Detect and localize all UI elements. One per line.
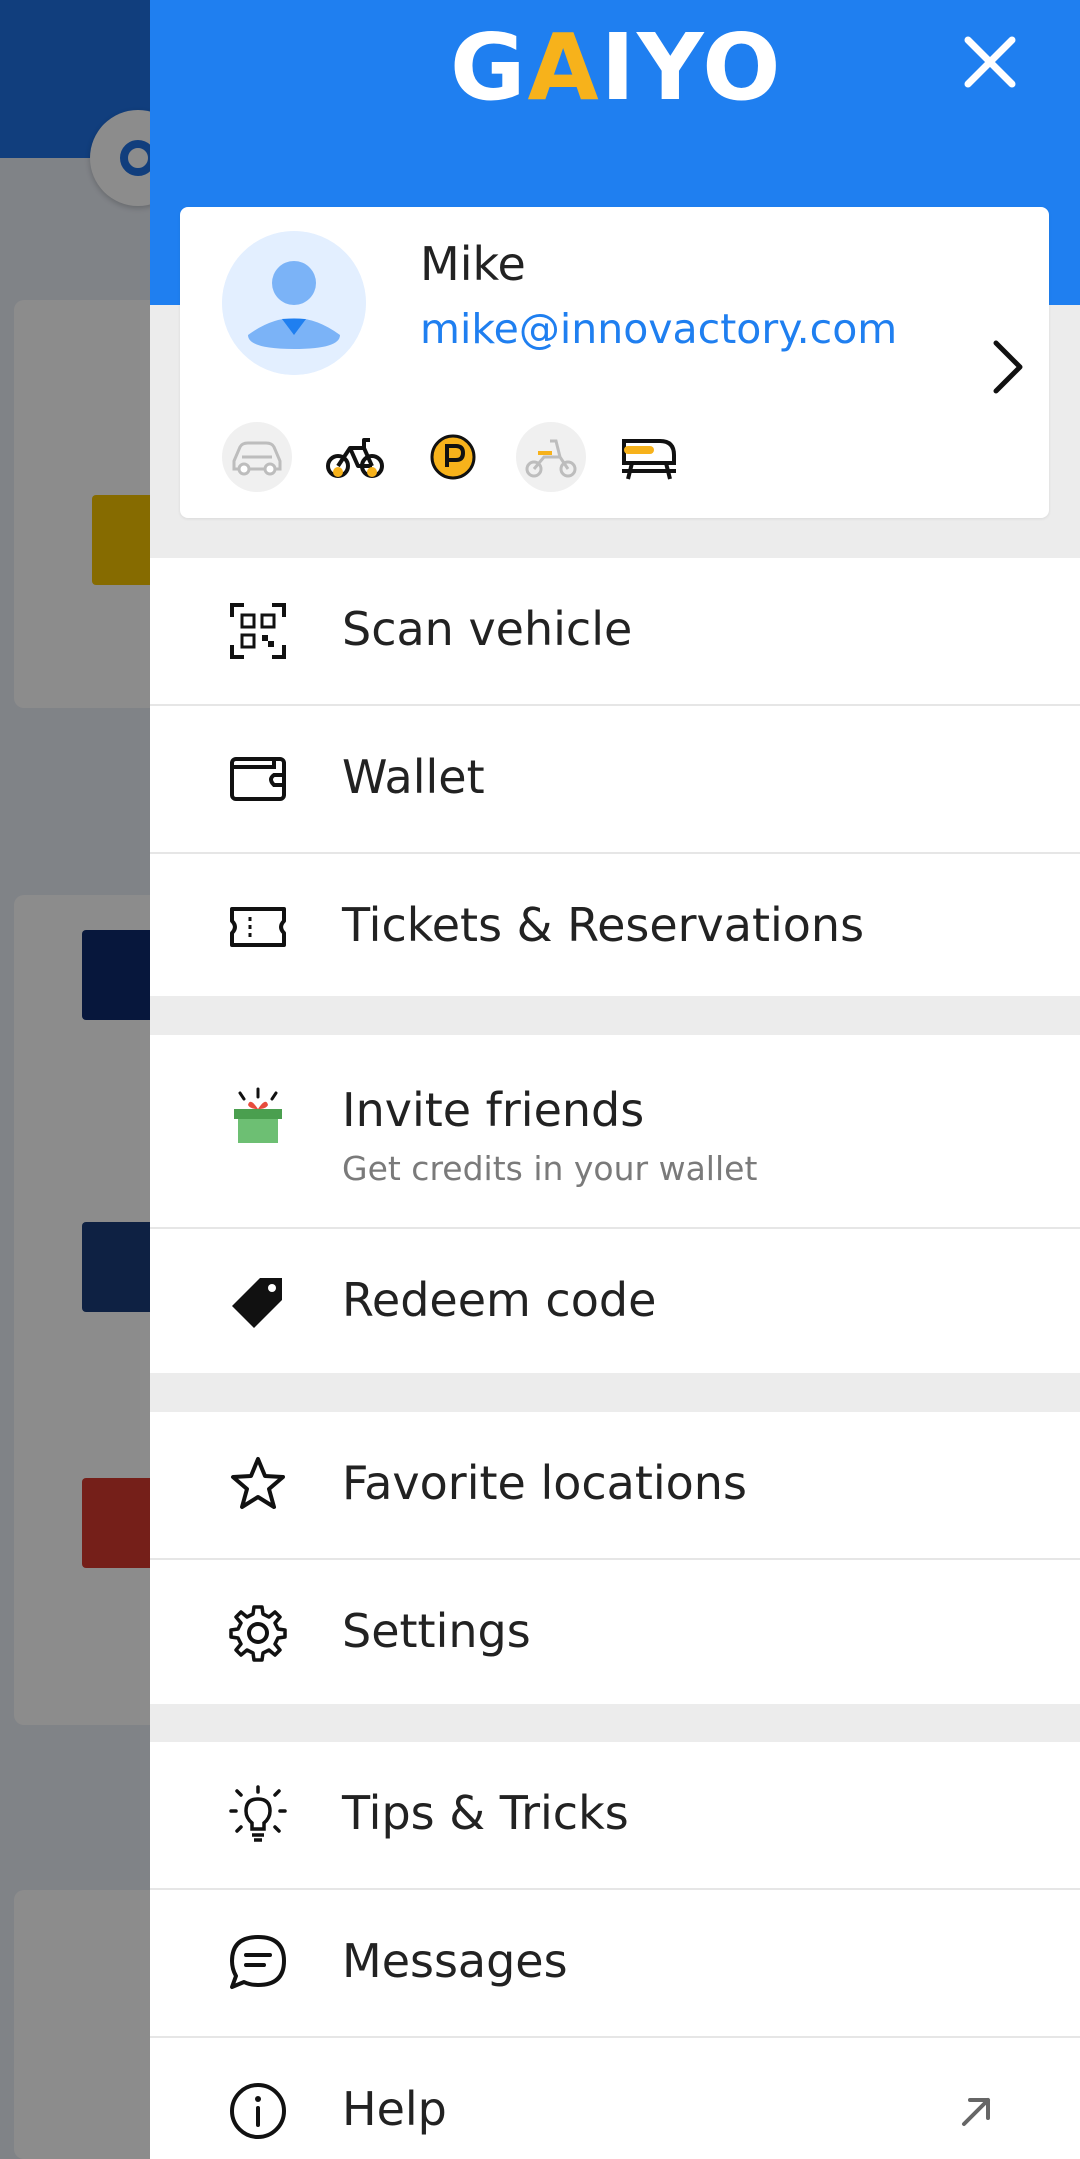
menu-item-label: Tips & Tricks — [342, 1786, 629, 1840]
profile-email: mike@innovactory.com — [420, 305, 898, 353]
menu-item-label: Settings — [342, 1604, 531, 1658]
menu-item-label: Wallet — [342, 750, 485, 804]
train-icon — [614, 422, 684, 492]
menu-item-help[interactable]: Help — [150, 2038, 1080, 2159]
menu-item-label: Redeem code — [342, 1273, 657, 1327]
menu-section-rewards: Invite friends Get credits in your walle… — [150, 1035, 1080, 1373]
qr-scan-icon — [230, 603, 286, 659]
menu-item-label: Invite friends — [342, 1083, 645, 1137]
menu-item-label: Tickets & Reservations — [342, 898, 865, 952]
star-icon — [231, 1457, 285, 1509]
bike-icon — [320, 422, 390, 492]
transport-modes — [222, 422, 684, 494]
menu-item-messages[interactable]: Messages — [150, 1890, 1080, 2038]
menu-section-preferences: Favorite locations Settings — [150, 1412, 1080, 1704]
external-link-icon — [962, 2098, 990, 2126]
menu-item-label: Messages — [342, 1934, 568, 1988]
menu-item-sublabel: Get credits in your wallet — [342, 1149, 758, 1188]
menu-section-main: Scan vehicle Wallet Tickets & Reservatio… — [150, 558, 1080, 996]
parking-icon — [418, 422, 488, 492]
menu-item-favorite-locations[interactable]: Favorite locations — [150, 1412, 1080, 1560]
scooter-icon — [516, 422, 586, 492]
avatar-icon — [222, 231, 366, 375]
menu-item-tips-tricks[interactable]: Tips & Tricks — [150, 1742, 1080, 1890]
profile-card[interactable]: Mike mike@innovactory.com — [180, 207, 1049, 518]
menu-item-redeem-code[interactable]: Redeem code — [150, 1229, 1080, 1375]
menu-item-invite-friends[interactable]: Invite friends Get credits in your walle… — [150, 1035, 1080, 1229]
menu-item-settings[interactable]: Settings — [150, 1560, 1080, 1706]
gaiyo-logo: GAIYO — [450, 14, 783, 121]
close-icon[interactable] — [958, 30, 1022, 94]
car-icon — [222, 422, 292, 492]
message-icon — [230, 1935, 286, 1989]
menu-item-tickets-reservations[interactable]: Tickets & Reservations — [150, 854, 1080, 1000]
navigation-drawer: GAIYO Mike mike@innovactory.com Scan veh… — [150, 0, 1080, 2159]
menu-item-label: Scan vehicle — [342, 602, 633, 656]
menu-section-support: Tips & Tricks Messages Help — [150, 1742, 1080, 2159]
menu-item-scan-vehicle[interactable]: Scan vehicle — [150, 558, 1080, 706]
profile-name: Mike — [420, 237, 526, 291]
ticket-icon — [230, 907, 286, 947]
menu-item-label: Favorite locations — [342, 1456, 747, 1510]
wallet-icon — [230, 757, 286, 801]
info-icon — [230, 2083, 286, 2139]
gear-icon — [229, 1605, 287, 1662]
tag-icon — [232, 1278, 282, 1328]
menu-item-wallet[interactable]: Wallet — [150, 706, 1080, 854]
chevron-right-icon[interactable] — [990, 337, 1026, 397]
menu-item-label: Help — [342, 2082, 447, 2136]
lightbulb-icon — [229, 1785, 287, 1842]
gift-icon — [234, 1087, 282, 1143]
